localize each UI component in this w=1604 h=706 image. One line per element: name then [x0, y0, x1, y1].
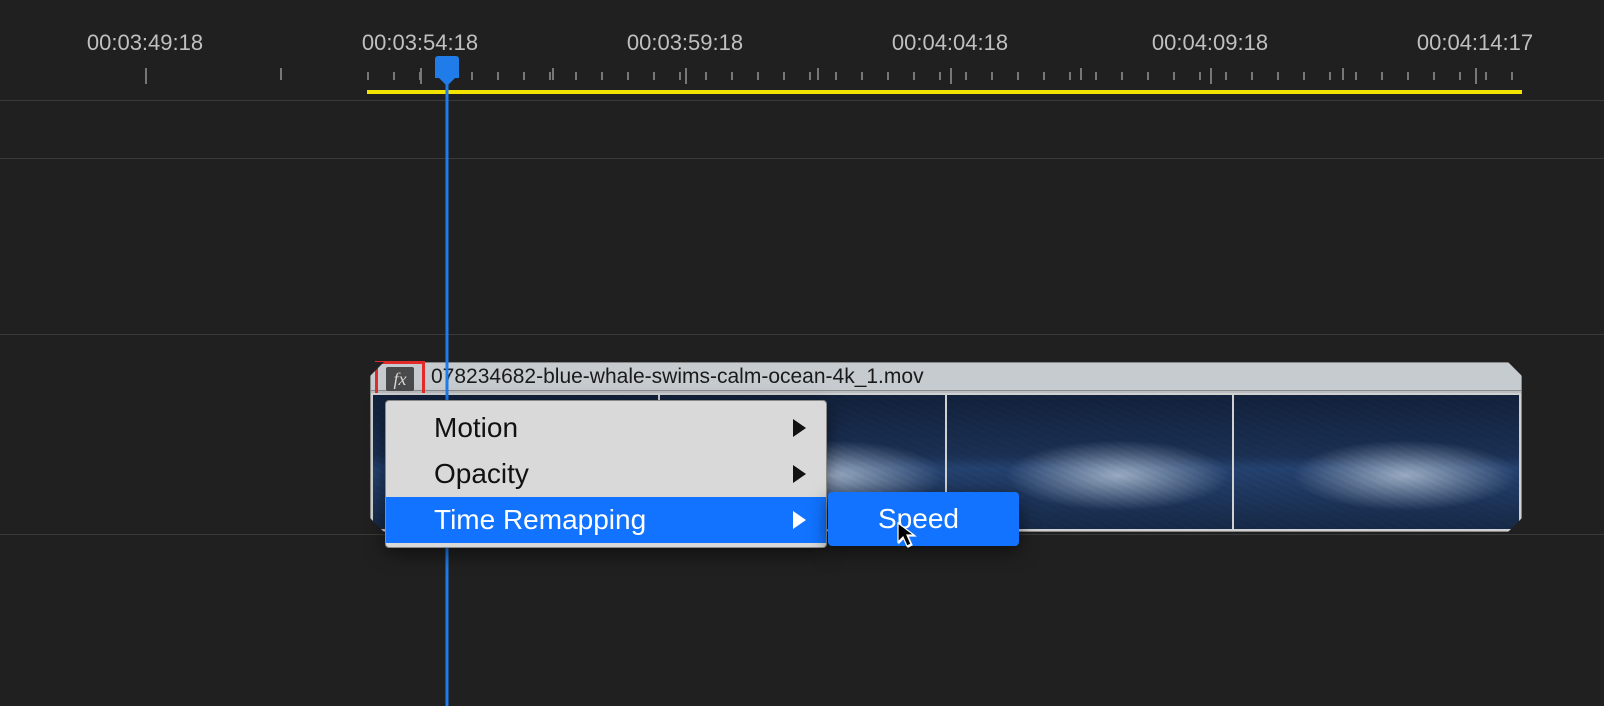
menu-item-label: Time Remapping — [434, 504, 646, 536]
menu-item-label: Speed — [878, 503, 959, 535]
chevron-right-icon — [793, 419, 806, 437]
chevron-right-icon — [793, 465, 806, 483]
clip-in-marker — [370, 518, 384, 532]
fx-submenu[interactable]: Speed — [828, 492, 1019, 546]
track-divider — [0, 100, 1604, 101]
menu-item-motion[interactable]: Motion — [386, 405, 826, 451]
clip-in-marker — [370, 362, 384, 376]
track-area[interactable] — [0, 0, 1604, 706]
chevron-right-icon — [793, 511, 806, 529]
track-divider — [0, 158, 1604, 159]
menu-item-time-remapping[interactable]: Time Remapping — [386, 497, 826, 543]
clip-header[interactable]: fx 078234682-blue-whale-swims-calm-ocean… — [371, 363, 1521, 391]
clip-out-marker — [1508, 362, 1522, 376]
menu-item-opacity[interactable]: Opacity — [386, 451, 826, 497]
clip-thumbnail — [1234, 395, 1519, 529]
menu-item-label: Motion — [434, 412, 518, 444]
clip-out-marker — [1508, 518, 1522, 532]
playhead-handle[interactable] — [435, 56, 459, 78]
submenu-item-speed[interactable]: Speed — [828, 496, 1019, 542]
fx-badge-icon[interactable]: fx — [386, 367, 414, 391]
track-divider — [0, 334, 1604, 335]
menu-item-label: Opacity — [434, 458, 529, 490]
clip-filename: 078234682-blue-whale-swims-calm-ocean-4k… — [431, 365, 924, 389]
fx-context-menu[interactable]: Motion Opacity Time Remapping — [385, 400, 827, 548]
